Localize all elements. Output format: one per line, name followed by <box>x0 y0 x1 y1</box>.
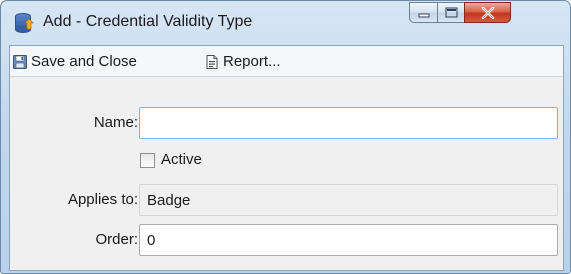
order-label: Order: <box>95 231 138 248</box>
save-and-close-label: Save and Close <box>31 53 137 70</box>
dialog-window: Add - Credential Validity Type Save and … <box>0 0 571 274</box>
active-checkbox[interactable] <box>140 153 155 168</box>
toolbar: Save and Close Report... <box>10 46 563 77</box>
applies-to-label: Applies to: <box>67 191 138 208</box>
name-label: Name: <box>93 114 138 131</box>
minimize-button[interactable] <box>409 2 437 23</box>
report-button[interactable]: Report... <box>204 51 281 72</box>
window-title: Add - Credential Validity Type <box>43 13 253 30</box>
dialog-content: Save and Close Report... Name: Active Ap… <box>9 45 564 271</box>
active-label[interactable]: Active <box>161 151 202 168</box>
maximize-button[interactable] <box>437 2 464 23</box>
report-label: Report... <box>223 53 281 70</box>
database-stack-icon <box>15 13 34 33</box>
maximize-icon <box>445 7 457 18</box>
applies-to-field <box>139 184 558 216</box>
caption-buttons <box>409 2 559 23</box>
order-field[interactable] <box>139 224 558 256</box>
title-bar[interactable]: Add - Credential Validity Type <box>1 1 570 45</box>
name-field[interactable] <box>139 107 558 139</box>
save-and-close-button[interactable]: Save and Close <box>12 51 137 72</box>
close-button[interactable] <box>464 2 511 23</box>
floppy-disk-icon <box>13 54 27 69</box>
active-row: Active <box>10 150 563 172</box>
report-document-icon <box>206 54 218 69</box>
minimize-icon <box>418 13 429 17</box>
close-icon <box>481 6 494 19</box>
